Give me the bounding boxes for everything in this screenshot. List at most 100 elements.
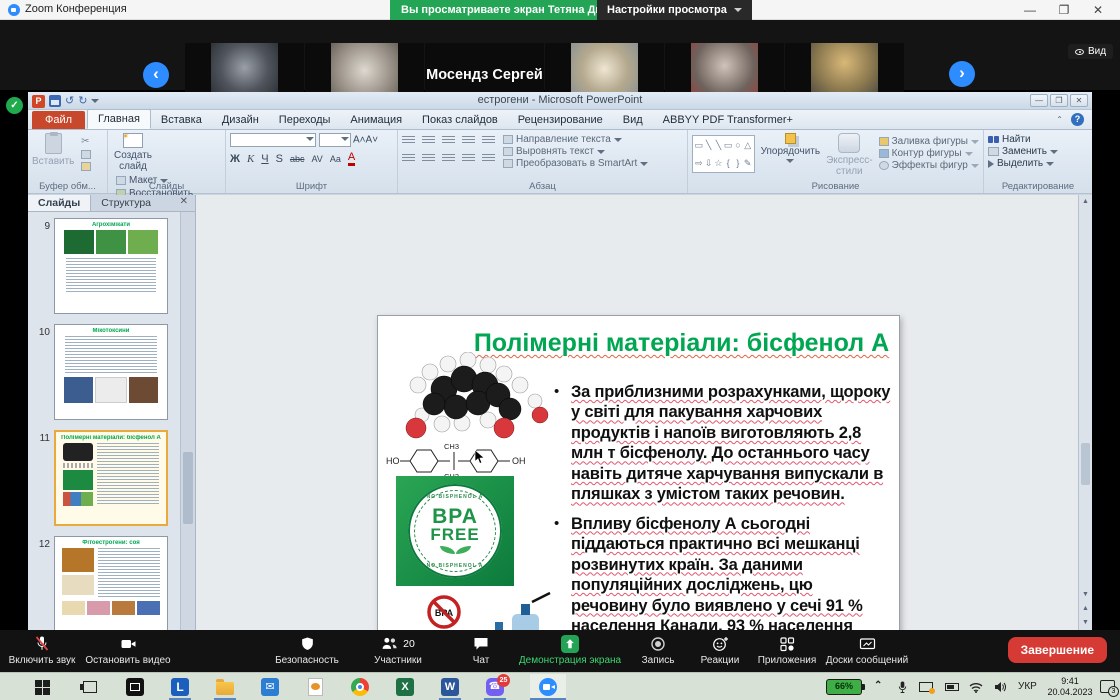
thumbnail-slide-9[interactable]: 9 Агрохімікати bbox=[28, 218, 168, 314]
tab-transitions[interactable]: Переходы bbox=[269, 111, 341, 129]
start-button[interactable] bbox=[32, 677, 52, 697]
panel-close-icon[interactable]: ✕ bbox=[173, 195, 195, 211]
shape-effects-button[interactable]: Эффекты фигур bbox=[879, 160, 979, 171]
media-app-icon[interactable] bbox=[125, 677, 145, 697]
cut-button[interactable]: ✂ bbox=[81, 136, 91, 147]
bullets-button[interactable] bbox=[402, 136, 415, 145]
replace-button[interactable]: Заменить bbox=[988, 146, 1088, 157]
scroll-up-icon[interactable]: ▲ bbox=[1079, 195, 1092, 209]
previous-slide-button[interactable]: ▲ bbox=[1079, 602, 1092, 616]
presentation-app-icon[interactable] bbox=[305, 677, 325, 697]
clock[interactable]: 9:41 20.04.2023 bbox=[1044, 676, 1096, 700]
tab-animations[interactable]: Анимация bbox=[340, 111, 412, 129]
participants-button[interactable]: 20 Участники bbox=[357, 633, 439, 666]
char-spacing-button[interactable]: AV bbox=[311, 154, 322, 164]
vertical-scrollbar[interactable]: ▲ ▼ ▲ ▼ bbox=[1078, 195, 1092, 630]
thumbnail-slide-11-selected[interactable]: 11 Полімерні матеріали: бісфенол А bbox=[28, 430, 168, 526]
tab-review[interactable]: Рецензирование bbox=[508, 111, 613, 129]
decrease-indent-button[interactable] bbox=[442, 136, 455, 145]
paste-button[interactable]: Вставить bbox=[32, 133, 74, 167]
ppt-minimize-button[interactable]: — bbox=[1030, 94, 1048, 107]
tab-file[interactable]: Файл bbox=[32, 111, 85, 129]
shadow-button[interactable]: S bbox=[276, 153, 283, 165]
ppt-restore-button[interactable]: ❐ bbox=[1050, 94, 1068, 107]
text-direction-button[interactable]: Направление текста bbox=[503, 134, 648, 145]
tray-mic-icon[interactable] bbox=[892, 677, 912, 697]
excel-icon[interactable]: X bbox=[395, 677, 415, 697]
bold-button[interactable]: Ж bbox=[230, 153, 240, 165]
quick-styles-button[interactable]: Экспресс-стили bbox=[826, 133, 873, 181]
file-explorer-icon[interactable] bbox=[215, 677, 235, 697]
align-center-button[interactable] bbox=[422, 154, 435, 163]
italic-button[interactable]: К bbox=[247, 153, 254, 165]
thumbnail-slide-10[interactable]: 10 Мікотоксини bbox=[28, 324, 168, 420]
tray-expand-chevron-icon[interactable]: ⌃ bbox=[874, 680, 882, 700]
unmute-button[interactable]: Включить звук bbox=[4, 633, 80, 666]
chat-button[interactable]: Чат bbox=[451, 633, 511, 666]
whiteboards-button[interactable]: Доски сообщений bbox=[816, 633, 918, 666]
next-participants-button[interactable]: › bbox=[949, 61, 975, 87]
justify-button[interactable] bbox=[462, 154, 475, 163]
scroll-down-icon[interactable]: ▼ bbox=[1079, 588, 1092, 602]
scrollbar-thumb[interactable] bbox=[1081, 443, 1090, 485]
next-slide-button[interactable]: ▼ bbox=[1079, 616, 1092, 630]
panel-tab-slides[interactable]: Слайды bbox=[28, 195, 91, 211]
mail-app-icon[interactable]: ✉ bbox=[260, 677, 280, 697]
stop-video-button[interactable]: Остановить видео bbox=[84, 633, 172, 666]
strikethrough-button[interactable]: abc bbox=[290, 154, 305, 164]
zoom-taskbar-icon[interactable] bbox=[538, 677, 558, 697]
increase-indent-button[interactable] bbox=[462, 136, 475, 145]
grow-font-button[interactable]: A˄ bbox=[353, 135, 366, 146]
tray-wifi-icon[interactable] bbox=[966, 677, 986, 697]
help-button[interactable]: ? bbox=[1071, 113, 1084, 126]
arrange-button[interactable]: Упорядочить bbox=[761, 133, 821, 181]
tab-insert[interactable]: Вставка bbox=[151, 111, 212, 129]
tab-view[interactable]: Вид bbox=[613, 111, 653, 129]
format-painter-button[interactable] bbox=[81, 162, 91, 171]
maximize-button[interactable]: ❐ bbox=[1054, 3, 1074, 17]
tab-design[interactable]: Дизайн bbox=[212, 111, 269, 129]
align-left-button[interactable] bbox=[402, 154, 415, 163]
view-options-dropdown[interactable]: Настройки просмотра bbox=[597, 0, 752, 20]
select-button[interactable]: Выделить bbox=[988, 158, 1088, 169]
ppt-close-button[interactable]: ✕ bbox=[1070, 94, 1088, 107]
minimize-button[interactable]: — bbox=[1020, 3, 1040, 17]
tray-volume-icon[interactable] bbox=[990, 677, 1010, 697]
security-button[interactable]: Безопасность bbox=[267, 633, 347, 666]
collapse-ribbon-icon[interactable]: ⌃ bbox=[1056, 115, 1063, 124]
copy-button[interactable] bbox=[81, 150, 91, 159]
tray-battery-icon[interactable] bbox=[942, 677, 962, 697]
group-label[interactable]: Буфер обм... bbox=[28, 181, 107, 192]
tab-abbyy[interactable]: ABBYY PDF Transformer+ bbox=[653, 111, 803, 129]
convert-smartart-button[interactable]: Преобразовать в SmartArt bbox=[503, 158, 648, 169]
word-icon[interactable]: W bbox=[440, 677, 460, 697]
language-indicator[interactable]: УКР bbox=[1018, 681, 1037, 700]
numbering-button[interactable] bbox=[422, 136, 435, 145]
underline-button[interactable]: Ч bbox=[261, 153, 268, 165]
shape-outline-button[interactable]: Контур фигуры bbox=[879, 148, 979, 159]
tab-home[interactable]: Главная bbox=[87, 109, 151, 129]
notification-center-icon[interactable]: 3 bbox=[1100, 680, 1115, 693]
chrome-icon[interactable] bbox=[350, 677, 370, 697]
shapes-gallery[interactable]: ▭╲╲▭○△ ⇨⇩☆{}✎ bbox=[692, 135, 755, 173]
task-view-button[interactable] bbox=[80, 677, 100, 697]
thumbnail-slide-12[interactable]: 12 Фітоестрогени: соя bbox=[28, 536, 168, 630]
l-app-icon[interactable]: L bbox=[170, 677, 190, 697]
close-button[interactable]: ✕ bbox=[1088, 3, 1108, 17]
font-color-button[interactable]: А bbox=[348, 152, 355, 166]
record-button[interactable]: Запись bbox=[628, 633, 688, 666]
panel-scrollbar[interactable] bbox=[180, 212, 195, 630]
new-slide-button[interactable]: ✶ Создать слайд bbox=[112, 133, 154, 172]
columns-button[interactable] bbox=[482, 154, 495, 163]
align-right-button[interactable] bbox=[442, 154, 455, 163]
font-name-combo[interactable] bbox=[230, 133, 316, 147]
tray-cast-icon[interactable] bbox=[916, 677, 936, 697]
tab-slideshow[interactable]: Показ слайдов bbox=[412, 111, 508, 129]
battery-saver-indicator[interactable]: 66% bbox=[826, 679, 862, 695]
shape-fill-button[interactable]: Заливка фигуры bbox=[879, 136, 979, 147]
line-spacing-button[interactable] bbox=[482, 136, 495, 145]
shrink-font-button[interactable]: A˅ bbox=[366, 135, 379, 146]
find-button[interactable]: Найти bbox=[988, 134, 1088, 145]
align-text-button[interactable]: Выровнять текст bbox=[503, 146, 648, 157]
panel-tab-outline[interactable]: Структура bbox=[91, 195, 161, 211]
